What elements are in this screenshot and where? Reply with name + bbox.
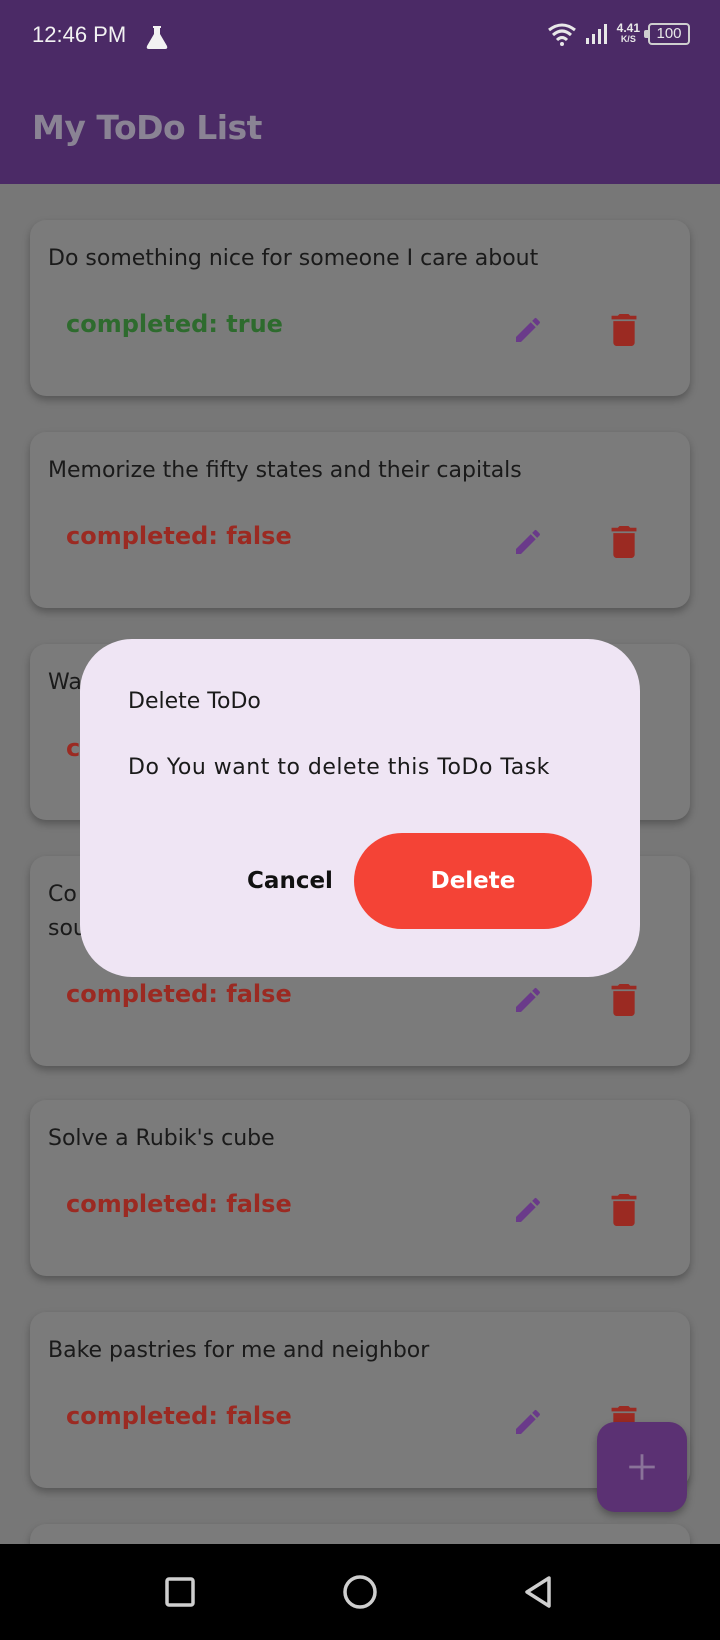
todo-status: c [66, 734, 81, 762]
recents-square-icon[interactable] [160, 1572, 200, 1612]
delete-icon[interactable] [610, 984, 638, 1016]
status-icons: 4.41 K/S 100 [547, 22, 690, 46]
delete-icon[interactable] [610, 1194, 638, 1226]
edit-icon[interactable] [512, 314, 544, 346]
signal-icon [585, 24, 607, 44]
wifi-icon [547, 23, 576, 46]
cancel-button[interactable]: Cancel [200, 833, 380, 929]
dialog-title: Delete ToDo [128, 689, 261, 714]
todo-status: completed: false [66, 1402, 292, 1430]
todo-status: completed: false [66, 1190, 292, 1218]
status-time: 12:46 PM [32, 22, 127, 47]
page-title: My ToDo List [32, 108, 262, 147]
edit-icon[interactable] [512, 1406, 544, 1438]
app-bar: My ToDo List [0, 74, 720, 184]
home-circle-icon[interactable] [340, 1572, 380, 1612]
edit-icon[interactable] [512, 984, 544, 1016]
battery-icon: 100 [644, 23, 690, 45]
todo-card[interactable]: Do something nice for someone I care abo… [30, 220, 690, 396]
delete-icon[interactable] [610, 526, 638, 558]
network-speed: 4.41 K/S [616, 21, 640, 45]
delete-dialog: Delete ToDo Do You want to delete this T… [80, 639, 640, 977]
back-triangle-icon[interactable] [518, 1572, 558, 1612]
todo-title: Solve a Rubik's cube [48, 1126, 275, 1151]
todo-card[interactable]: Solve a Rubik's cube completed: false [30, 1100, 690, 1276]
todo-card[interactable]: Bake pastries for me and neighbor comple… [30, 1312, 690, 1488]
system-nav-bar [0, 1544, 720, 1640]
todo-title: Bake pastries for me and neighbor [48, 1338, 430, 1363]
battery-level: 100 [656, 25, 682, 42]
edit-icon[interactable] [512, 1194, 544, 1226]
delete-icon[interactable] [610, 314, 638, 346]
todo-card[interactable]: Memorize the fifty states and their capi… [30, 432, 690, 608]
plus-icon [629, 1454, 655, 1480]
todo-status: completed: false [66, 522, 292, 550]
todo-title: Memorize the fifty states and their capi… [48, 458, 522, 483]
todo-status: completed: true [66, 310, 283, 338]
todo-status: completed: false [66, 980, 292, 1008]
delete-button[interactable]: Delete [354, 833, 592, 929]
todo-title: Do something nice for someone I care abo… [48, 246, 539, 271]
speed-unit: K/S [620, 34, 636, 44]
dialog-message: Do You want to delete this ToDo Task [128, 755, 550, 780]
status-bar: 12:46 PM 4.41 K/S 100 [0, 0, 720, 74]
speed-value: 4.41 [616, 21, 640, 35]
add-todo-button[interactable] [597, 1422, 687, 1512]
todo-card[interactable] [30, 1524, 690, 1544]
edit-icon[interactable] [512, 526, 544, 558]
flask-icon [146, 26, 168, 49]
